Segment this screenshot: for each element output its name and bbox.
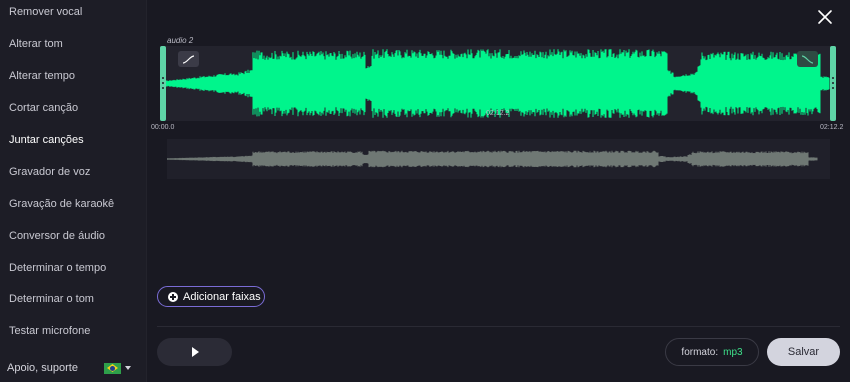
sidebar-item-determinar-o-tom[interactable]: Determinar o tom — [9, 293, 94, 305]
divider — [157, 326, 840, 327]
sidebar-footer: Apoio, suporte — [0, 352, 147, 382]
sidebar-item-testar-microfone[interactable]: Testar microfone — [9, 325, 90, 337]
sidebar: Remover vocal Alterar tom Alterar tempo … — [0, 0, 147, 382]
track-overview[interactable] — [166, 139, 830, 179]
add-tracks-button[interactable]: Adicionar faixas — [157, 286, 265, 307]
support-link[interactable]: Apoio, suporte — [7, 362, 78, 374]
fade-in-icon — [182, 54, 195, 64]
sidebar-item-alterar-tempo[interactable]: Alterar tempo — [9, 70, 75, 82]
play-button[interactable] — [157, 338, 232, 366]
overview-waveform — [166, 150, 818, 168]
end-time-label: 02:12.2 — [820, 124, 844, 131]
track-editor[interactable]: 02:12.2 — [160, 46, 836, 121]
brazil-flag-icon — [104, 362, 121, 374]
format-selector[interactable]: formato: mp3 — [665, 338, 759, 366]
track-name: audio 2 — [167, 36, 194, 45]
save-button[interactable]: Salvar — [767, 338, 840, 366]
current-time-label: 02:12.2 — [486, 110, 510, 117]
fade-in-button[interactable] — [178, 51, 199, 67]
fade-out-icon — [801, 54, 814, 64]
close-icon — [818, 10, 832, 24]
sidebar-item-remover-vocal[interactable]: Remover vocal — [9, 6, 82, 18]
sidebar-item-alterar-tom[interactable]: Alterar tom — [9, 38, 63, 50]
format-label: formato: — [681, 346, 719, 358]
chevron-down-icon — [125, 366, 131, 370]
add-tracks-label: Adicionar faixas — [183, 290, 261, 303]
format-value: mp3 — [723, 346, 743, 358]
fade-out-button[interactable] — [797, 51, 818, 67]
sidebar-item-cortar-cancao[interactable]: Cortar canção — [9, 102, 78, 114]
sidebar-item-conversor-de-audio[interactable]: Conversor de áudio — [9, 230, 105, 242]
sidebar-item-gravador-de-voz[interactable]: Gravador de voz — [9, 166, 90, 178]
plus-icon — [168, 291, 178, 302]
sidebar-item-gravacao-de-karaoke[interactable]: Gravação de karaokê — [9, 198, 114, 210]
language-selector[interactable] — [104, 361, 134, 375]
sidebar-item-determinar-o-tempo[interactable]: Determinar o tempo — [9, 262, 106, 274]
sidebar-item-juntar-cancoes[interactable]: Juntar canções — [9, 134, 84, 146]
trim-handle-start[interactable] — [160, 46, 166, 121]
play-icon — [192, 347, 199, 357]
start-time-label: 00:00.0 — [151, 124, 175, 131]
app-window: Remover vocal Alterar tom Alterar tempo … — [0, 0, 850, 382]
close-button[interactable] — [816, 8, 834, 26]
trim-handle-end[interactable] — [830, 46, 836, 121]
